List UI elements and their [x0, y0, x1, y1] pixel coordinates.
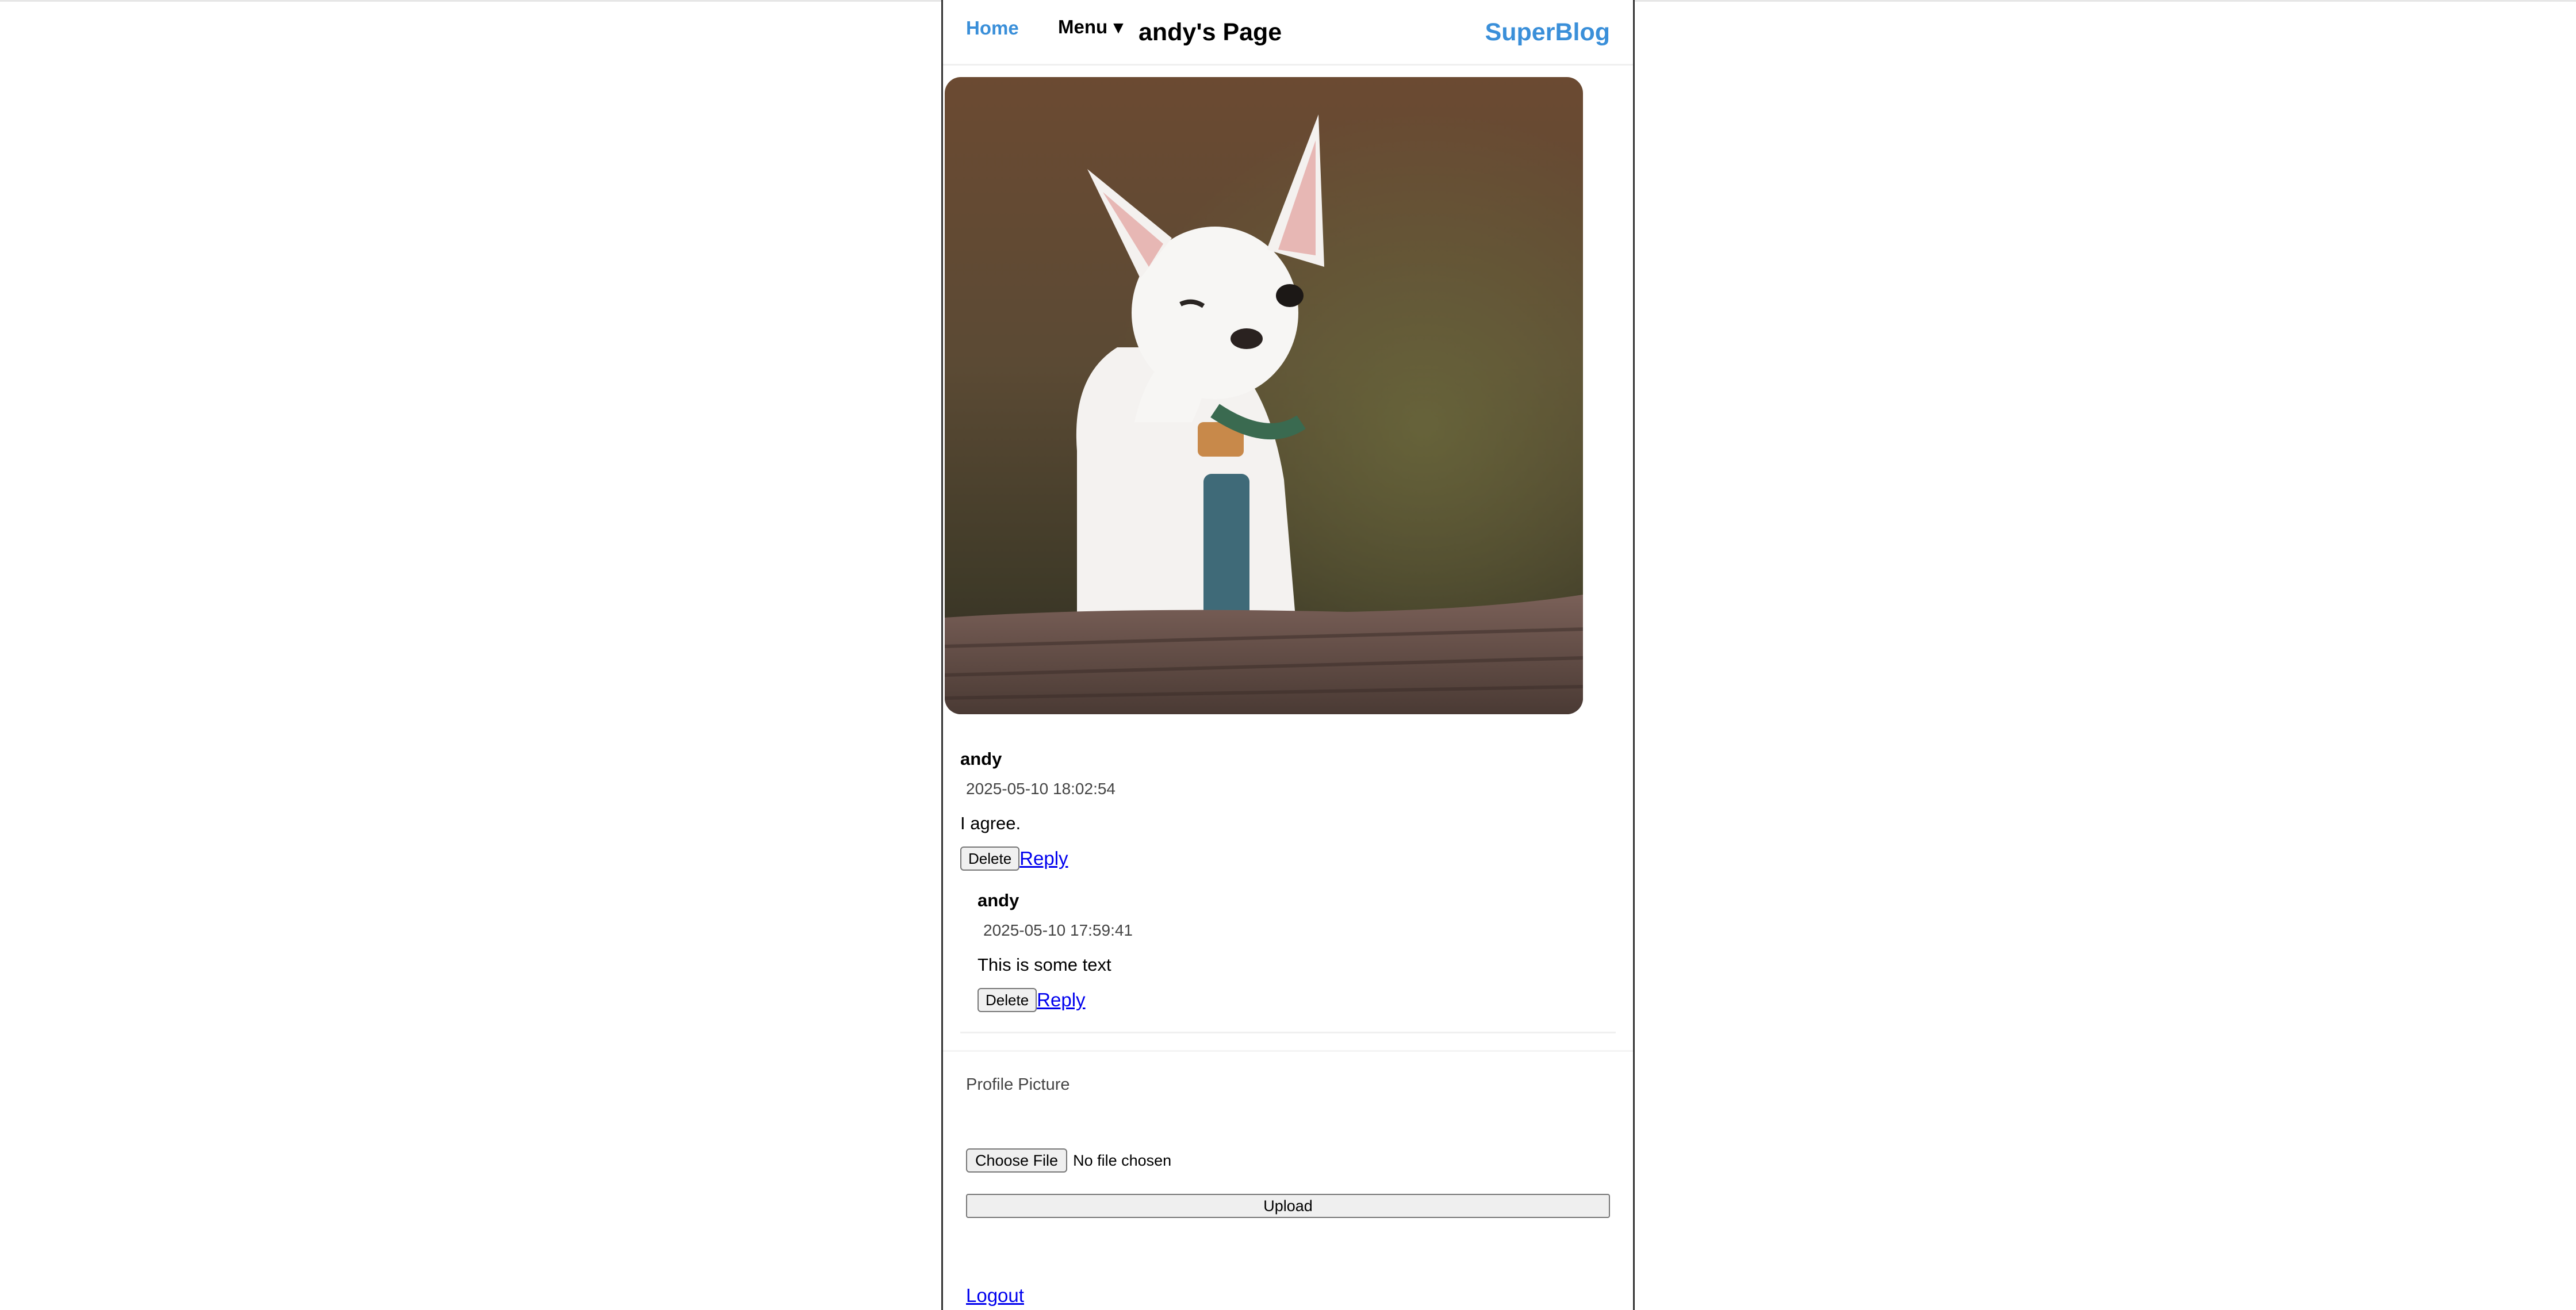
comment-timestamp: 2025-05-10 17:59:41: [983, 921, 1133, 939]
reply-link[interactable]: Reply: [1037, 989, 1085, 1011]
nav-home-link[interactable]: Home: [966, 17, 1019, 39]
page-container: Home Menu ▼ andy's Page SuperBlog andy 2…: [941, 0, 1635, 1310]
comment: andy 2025-05-10 18:02:54 I agree. Delete…: [960, 749, 1116, 871]
comment-actions: Delete Reply: [977, 988, 1133, 1012]
logout-link[interactable]: Logout: [966, 1285, 1024, 1307]
post-image: [945, 77, 1583, 714]
delete-button[interactable]: Delete: [960, 846, 1020, 871]
profile-picture-label: Profile Picture: [966, 1075, 1070, 1094]
nav-menu-label: Menu: [1058, 16, 1108, 37]
page-title: andy's Page: [1138, 18, 1282, 46]
comment-author: andy: [977, 890, 1019, 910]
divider: [943, 1050, 1633, 1052]
choose-file-button[interactable]: Choose File: [966, 1148, 1068, 1173]
upload-button[interactable]: Upload: [966, 1194, 1610, 1218]
comment-author: andy: [960, 749, 1002, 769]
delete-button[interactable]: Delete: [977, 988, 1037, 1012]
divider: [960, 1032, 1616, 1033]
nav-menu-dropdown[interactable]: Menu ▼: [1058, 16, 1127, 38]
comment-reply: andy 2025-05-10 17:59:41 This is some te…: [977, 890, 1133, 1012]
caret-down-icon: ▼: [1110, 18, 1127, 37]
comment-body: This is some text: [977, 955, 1111, 975]
file-status-text: No file chosen: [1073, 1151, 1172, 1169]
file-input[interactable]: Choose File No file chosen: [966, 1148, 1171, 1173]
comment-body: I agree.: [960, 813, 1021, 833]
reply-link[interactable]: Reply: [1019, 848, 1068, 869]
comment-timestamp: 2025-05-10 18:02:54: [966, 780, 1116, 798]
photo-chihuahua-icon: [945, 77, 1583, 714]
brand-logo-link[interactable]: SuperBlog: [1485, 18, 1610, 47]
header-bar: Home Menu ▼ andy's Page SuperBlog: [943, 0, 1633, 66]
comment-actions: Delete Reply: [960, 846, 1116, 871]
